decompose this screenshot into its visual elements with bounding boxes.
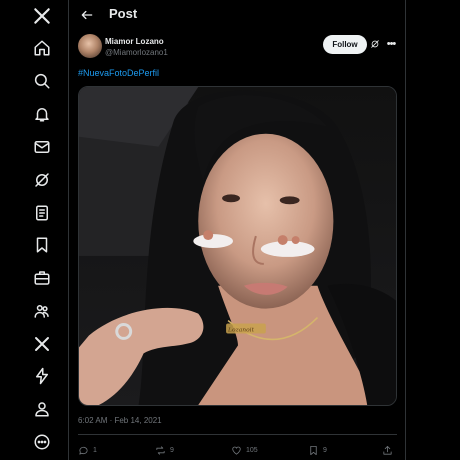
bookmark-icon <box>310 445 317 455</box>
reply-icon <box>79 446 88 455</box>
repost-button[interactable]: 9 <box>155 443 174 457</box>
author-name[interactable]: Miamor Lozano <box>105 37 164 46</box>
post-photo[interactable]: Lozanoit <box>78 86 397 406</box>
grok-icon[interactable] <box>26 164 58 196</box>
profile-icon[interactable] <box>26 393 58 425</box>
post-timestamp[interactable]: 6:02 AM · Feb 14, 2021 <box>78 416 162 425</box>
reply-count: 1 <box>93 446 97 454</box>
search-icon[interactable] <box>26 65 58 97</box>
bookmark-button[interactable]: 9 <box>308 443 327 457</box>
more-options-button[interactable]: ••• <box>384 37 398 51</box>
share-icon <box>383 445 392 455</box>
divider <box>78 434 397 435</box>
home-icon[interactable] <box>26 32 58 64</box>
sidebar <box>0 0 68 460</box>
more-dots-icon: ••• <box>386 38 397 50</box>
post-header: Post <box>69 0 405 30</box>
page-title: Post <box>109 6 138 21</box>
grok-icon <box>371 40 379 48</box>
heart-icon <box>232 446 241 455</box>
reply-button[interactable]: 1 <box>78 443 97 457</box>
notifications-icon[interactable] <box>26 98 58 130</box>
share-button[interactable] <box>382 443 393 457</box>
post-hashtag[interactable]: #NuevaFotoDePerfil <box>78 68 159 78</box>
verified-orgs-icon[interactable] <box>26 360 58 392</box>
bookmarks-icon[interactable] <box>26 229 58 261</box>
profile-photo-image: Lozanoit <box>79 87 396 405</box>
more-icon[interactable] <box>26 426 58 458</box>
like-count: 105 <box>246 446 258 454</box>
back-button[interactable] <box>75 3 99 27</box>
repost-count: 9 <box>170 446 174 454</box>
messages-icon[interactable] <box>26 131 58 163</box>
arrow-left-icon <box>81 10 93 20</box>
necklace-text: Lozanoit <box>227 326 255 333</box>
post-detail-column: Post Miamor Lozano @Miamorlozano1 Follow… <box>68 0 406 460</box>
communities-icon[interactable] <box>26 295 58 327</box>
avatar[interactable] <box>78 34 102 58</box>
jobs-icon[interactable] <box>26 262 58 294</box>
x-logo-icon[interactable] <box>26 0 58 32</box>
author-handle[interactable]: @Miamorlozano1 <box>105 48 168 57</box>
premium-icon[interactable] <box>26 328 58 360</box>
bookmark-count: 9 <box>323 446 327 454</box>
grok-explain-button[interactable] <box>368 37 382 51</box>
like-button[interactable]: 105 <box>231 443 258 457</box>
repost-icon <box>156 445 165 455</box>
lists-icon[interactable] <box>26 197 58 229</box>
follow-button[interactable]: Follow <box>323 35 367 54</box>
